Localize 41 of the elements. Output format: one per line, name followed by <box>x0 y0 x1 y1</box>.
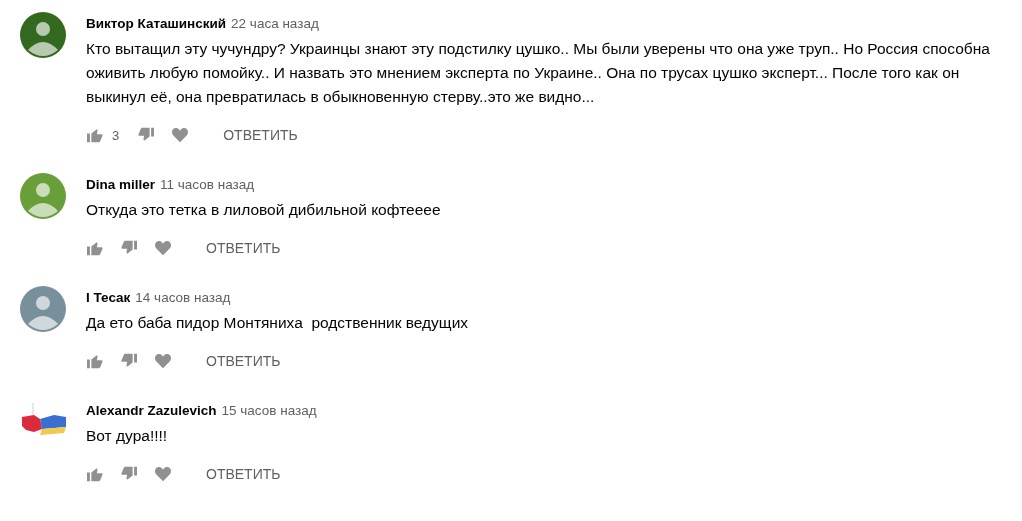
comment-time[interactable]: 22 часа назад <box>231 16 319 31</box>
thumbs-up-icon <box>86 240 104 256</box>
thumbs-up-icon <box>86 127 104 143</box>
author-name[interactable]: I Тесак <box>86 290 131 305</box>
comment-text: Да ето баба пидор Монтяниха родственник ведущих <box>86 313 470 333</box>
thumbs-up-icon <box>86 353 104 369</box>
thumbs-down-icon <box>120 353 138 369</box>
reply-button[interactable]: ОТВЕТИТЬ <box>206 240 281 256</box>
author-name[interactable]: Alexandr Zazulevich <box>86 403 217 418</box>
reply-button[interactable]: ОТВЕТИТЬ <box>206 353 281 369</box>
heart-icon <box>154 353 172 369</box>
like-button[interactable] <box>86 353 104 369</box>
comment-time[interactable]: 11 часов назад <box>160 177 255 192</box>
heart-icon <box>154 240 172 256</box>
author-name[interactable]: Dina miller <box>86 177 156 192</box>
comment-time[interactable]: 15 часов назад <box>221 403 317 418</box>
thumbs-down-icon <box>120 240 138 256</box>
heart-icon <box>154 466 172 482</box>
thumbs-down-icon <box>137 127 156 143</box>
comment-text: Кто вытащил эту чучундру? Украинцы знают эту подстилку цушко.. Мы были уверены что она уже труп.. Но Россия способна оживить любую помойку.. И назвать это мнением эксперта по Украине.. Она по трусах цушко эксперт... После того как он выкинул её, она превратилась в обыкновенную стерву..это же видно... <box>86 39 991 107</box>
reply-button[interactable]: ОТВЕТИТЬ <box>223 127 298 143</box>
like-count: 3 <box>112 127 120 143</box>
dislike-button[interactable] <box>120 240 138 256</box>
thumbs-down-icon <box>120 466 138 482</box>
comment-time[interactable]: 14 часов назад <box>135 290 231 305</box>
heart-button[interactable] <box>154 353 172 369</box>
dislike-button[interactable] <box>137 127 156 143</box>
heart-button[interactable] <box>154 466 172 482</box>
dislike-button[interactable] <box>120 466 138 482</box>
comment-text: Откуда это тетка в лиловой дибильной кофтееее <box>86 200 442 220</box>
heart-icon <box>171 127 190 143</box>
reply-button[interactable]: ОТВЕТИТЬ <box>206 466 281 482</box>
like-button[interactable] <box>86 127 104 143</box>
comment-text: Вот дура!!!! <box>86 426 169 446</box>
dislike-button[interactable] <box>120 353 138 369</box>
author-name[interactable]: Виктор Каташинский <box>86 16 227 31</box>
heart-button[interactable] <box>171 127 190 143</box>
like-button[interactable] <box>86 466 104 482</box>
like-button[interactable] <box>86 240 104 256</box>
thumbs-up-icon <box>86 466 104 482</box>
heart-button[interactable] <box>154 240 172 256</box>
